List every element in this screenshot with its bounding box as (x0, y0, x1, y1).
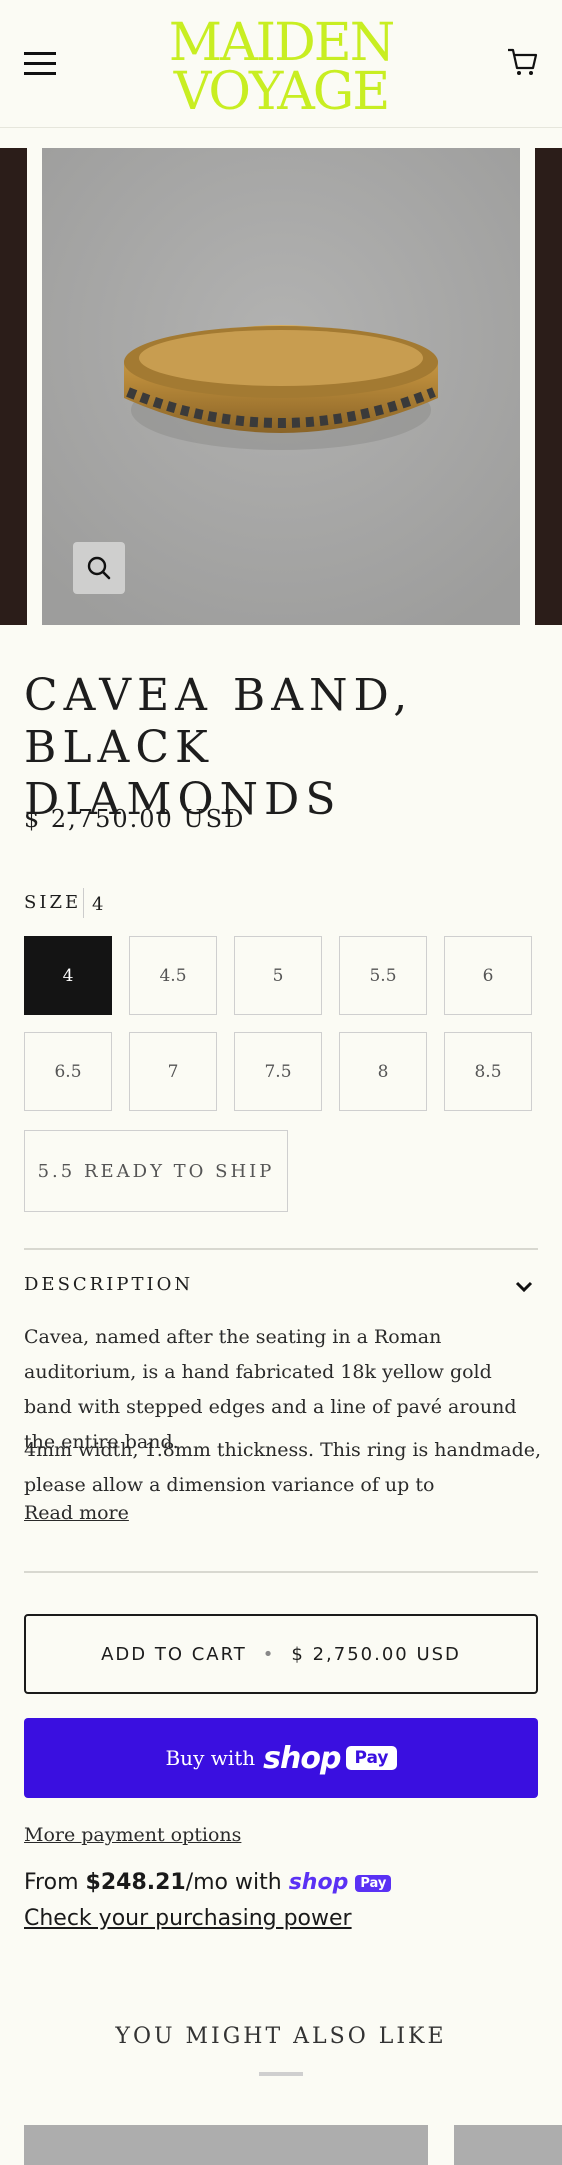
size-option-4.5[interactable]: 4.5 (129, 936, 217, 1015)
ready-to-ship-option[interactable]: 5.5 READY TO SHIP (24, 1130, 288, 1212)
recommendation-card[interactable] (24, 2125, 428, 2165)
description-toggle[interactable]: DESCRIPTION (24, 1274, 193, 1295)
installment-info: From $248.21/mo with shop Pay (24, 1870, 392, 1895)
cart-icon[interactable] (506, 46, 538, 78)
pay-badge-small: Pay (355, 1874, 392, 1892)
shop-pay-logo-small: shop (288, 1870, 349, 1895)
read-more-link[interactable]: Read more (24, 1502, 129, 1524)
gallery-prev-image[interactable] (0, 148, 27, 625)
product-title: CAVEA BAND, BLACK DIAMONDS (24, 670, 414, 825)
recommendations-heading: YOU MIGHT ALSO LIKE (115, 2024, 447, 2049)
size-option-4[interactable]: 4 (24, 936, 112, 1015)
check-purchasing-power-link[interactable]: Check your purchasing power (24, 1906, 352, 1931)
product-main-image[interactable] (42, 148, 520, 625)
size-divider (83, 888, 84, 918)
add-to-cart-button[interactable]: ADD TO CART • $ 2,750.00 USD (24, 1614, 538, 1694)
add-to-cart-label: ADD TO CART (101, 1643, 247, 1665)
size-option-5[interactable]: 5 (234, 936, 322, 1015)
gallery-next-image[interactable] (535, 148, 562, 625)
divider (24, 1248, 538, 1250)
size-option-5.5[interactable]: 5.5 (339, 936, 427, 1015)
chevron-down-icon[interactable] (515, 1280, 533, 1294)
size-option-6[interactable]: 6 (444, 936, 532, 1015)
size-option-8.5[interactable]: 8.5 (444, 1032, 532, 1111)
search-icon (87, 556, 111, 580)
add-to-cart-price: $ 2,750.00 USD (291, 1643, 461, 1665)
size-option-7.5[interactable]: 7.5 (234, 1032, 322, 1111)
selected-size-value: 4 (92, 894, 104, 915)
installment-from: From (24, 1870, 79, 1895)
divider (24, 1571, 538, 1573)
size-option-6.5[interactable]: 6.5 (24, 1032, 112, 1111)
zoom-button[interactable] (73, 542, 125, 594)
logo-line-2[interactable]: VOYAGE (0, 66, 562, 118)
site-header: MAIDEN VOYAGE (0, 0, 562, 128)
size-option-8[interactable]: 8 (339, 1032, 427, 1111)
heading-underline (259, 2072, 303, 2076)
product-gallery[interactable] (0, 148, 562, 625)
buy-with-label: Buy with (165, 1746, 256, 1770)
size-option-7[interactable]: 7 (129, 1032, 217, 1111)
more-payment-options-link[interactable]: More payment options (24, 1824, 241, 1846)
buy-with-shop-pay-button[interactable]: Buy with shop Pay (24, 1718, 538, 1798)
description-paragraph-2: 4mm width, 1.8mm thickness. This ring is… (24, 1439, 542, 1496)
recommendation-card[interactable] (454, 2125, 562, 2165)
shop-logo: shop (263, 1740, 341, 1776)
installment-amount: $248.21 (85, 1870, 186, 1895)
pay-badge: Pay (346, 1746, 397, 1770)
product-price: $ 2,750.00 USD (24, 805, 246, 833)
installment-suffix: /mo with (185, 1870, 282, 1895)
size-label: SIZE (24, 892, 82, 913)
separator-dot: • (262, 1643, 276, 1665)
